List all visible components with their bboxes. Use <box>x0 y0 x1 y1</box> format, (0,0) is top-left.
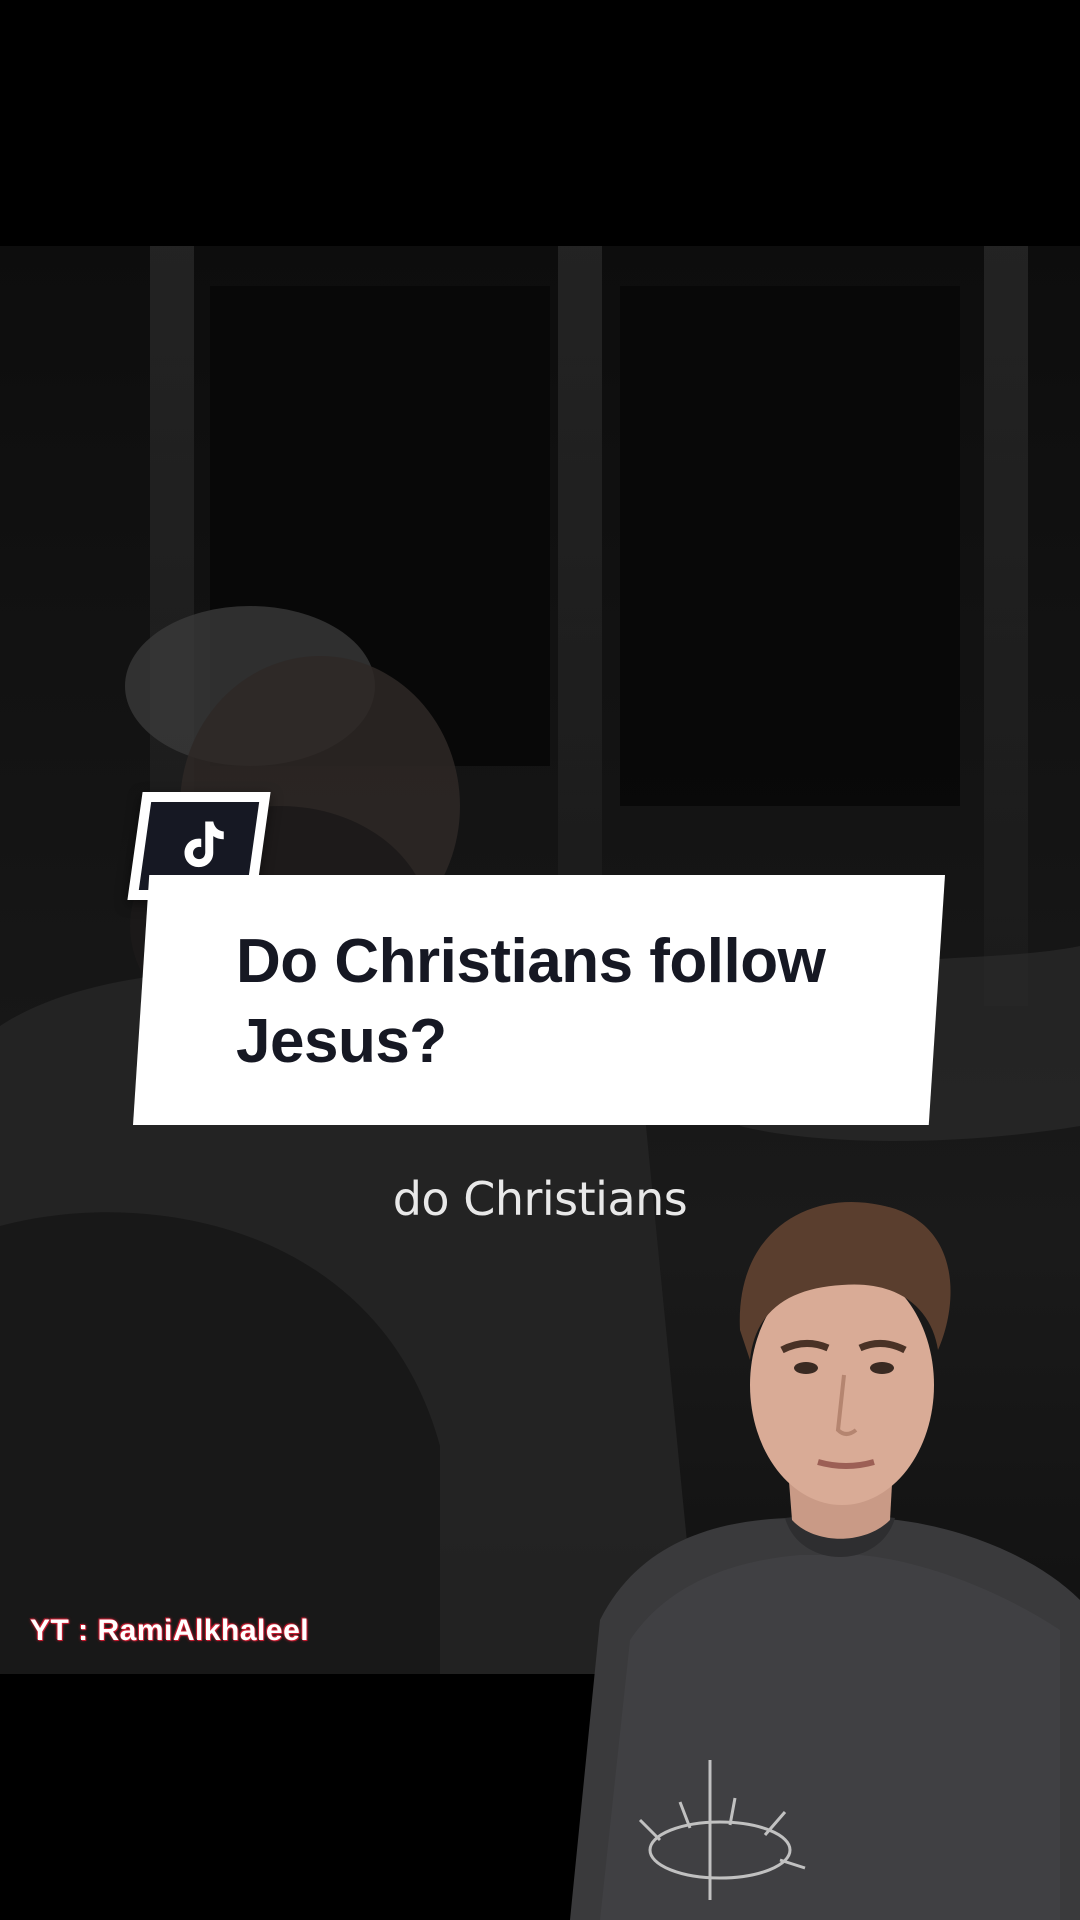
tiktok-icon <box>184 821 224 868</box>
creator-camera-overlay <box>570 1201 1080 1920</box>
question-line-1: Do Christians follow <box>236 927 826 996</box>
question-line-2: Jesus? <box>236 1007 447 1076</box>
tiktok-video-screen: { "overlay": { "platform_icon": "tiktok-… <box>0 0 1080 1920</box>
question-text: Do Christians follow Jesus? <box>236 922 896 1082</box>
youtube-credit: YT : RamiAlkhaleel <box>30 1614 310 1647</box>
